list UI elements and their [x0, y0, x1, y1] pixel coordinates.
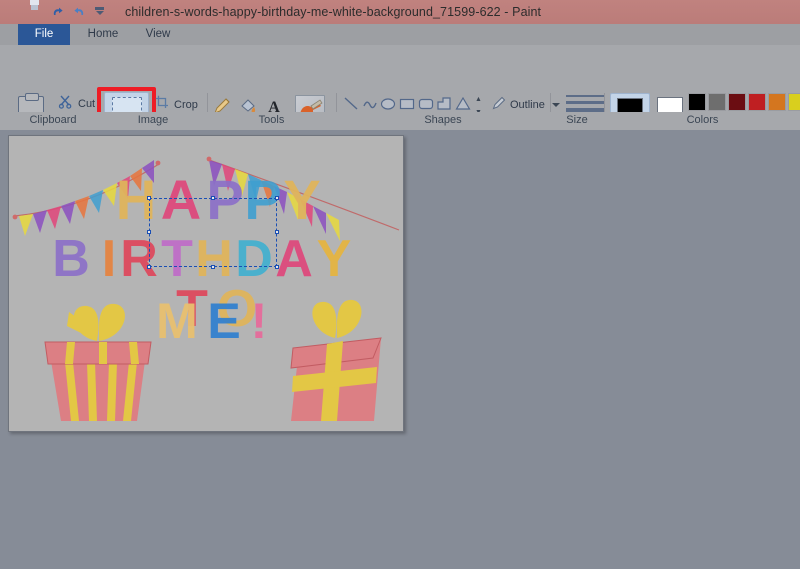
ribbon-tabs: File Home View — [0, 24, 800, 45]
ribbon-group-labels: Clipboard Image Tools Shapes Size Colors — [0, 112, 800, 130]
cut-button[interactable]: Cut — [58, 95, 95, 112]
customize-quick-access-icon[interactable] — [94, 5, 109, 20]
svg-text:P: P — [206, 168, 243, 231]
tab-file[interactable]: File — [18, 24, 70, 45]
group-label-image: Image — [137, 114, 169, 126]
group-label-colors: Colors — [686, 114, 719, 126]
svg-text:P: P — [244, 168, 281, 231]
triangle-shape[interactable] — [454, 95, 472, 113]
tab-view[interactable]: View — [136, 24, 180, 45]
svg-text:A: A — [275, 230, 313, 288]
svg-text:R: R — [120, 230, 158, 288]
rounded-rectangle-shape[interactable] — [417, 95, 435, 113]
workspace: H A P P Y B I R T H D A Y T O M E ! — [0, 130, 800, 569]
group-label-shapes: Shapes — [424, 114, 462, 126]
palette-swatch-0[interactable] — [688, 93, 706, 111]
svg-text:Y: Y — [283, 168, 320, 231]
oval-shape[interactable] — [379, 95, 397, 113]
palette-swatch-1[interactable] — [708, 93, 726, 111]
tab-home[interactable]: Home — [78, 24, 128, 45]
paint-window: children-s-words-happy-birthday-me-white… — [0, 0, 800, 569]
svg-text:A: A — [161, 168, 201, 231]
crop-button[interactable]: Crop — [155, 95, 198, 112]
group-label-size: Size — [566, 114, 588, 126]
quick-access-toolbar — [0, 5, 109, 20]
group-label-clipboard: Clipboard — [29, 114, 77, 126]
curve-shape[interactable] — [361, 95, 379, 113]
group-label-tools: Tools — [258, 114, 285, 126]
title-bar: children-s-words-happy-birthday-me-white… — [0, 0, 800, 24]
svg-text:H: H — [116, 168, 156, 231]
svg-text:M: M — [156, 293, 198, 349]
birthday-card-artwork: H A P P Y B I R T H D A Y T O M E ! — [9, 136, 403, 431]
line-shape[interactable] — [342, 95, 360, 113]
cut-label: Cut — [78, 97, 96, 110]
save-icon[interactable] — [28, 5, 43, 20]
palette-swatch-3[interactable] — [748, 93, 766, 111]
svg-text:Y: Y — [317, 230, 352, 288]
svg-text:I: I — [102, 230, 116, 288]
svg-text:!: ! — [251, 293, 268, 349]
palette-swatch-4[interactable] — [768, 93, 786, 111]
outline-dropdown-caret-icon[interactable] — [551, 103, 560, 107]
palette-swatch-5[interactable] — [788, 93, 800, 111]
shapes-scroll-up-icon[interactable]: ▲ — [474, 95, 483, 103]
image-canvas[interactable]: H A P P Y B I R T H D A Y T O M E ! — [8, 135, 404, 432]
svg-text:B: B — [52, 230, 90, 288]
window-title: children-s-words-happy-birthday-me-white… — [125, 5, 542, 19]
polygon-shape[interactable] — [436, 95, 454, 113]
redo-icon[interactable] — [72, 5, 87, 20]
undo-icon[interactable] — [50, 5, 65, 20]
palette-swatch-2[interactable] — [728, 93, 746, 111]
crop-label: Crop — [174, 98, 198, 111]
svg-text:E: E — [207, 293, 240, 349]
scissors-icon — [58, 94, 73, 114]
rectangle-shape[interactable] — [398, 95, 416, 113]
outline-label: Outline — [510, 99, 545, 111]
paint-logo-icon[interactable] — [6, 5, 21, 20]
